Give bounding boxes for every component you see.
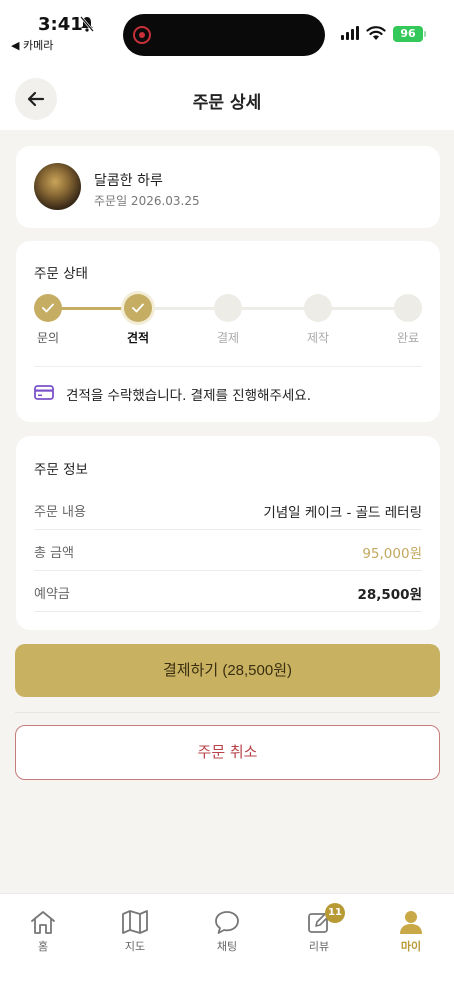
info-row-total: 총 금액 95,000원 bbox=[34, 531, 422, 571]
tab-label: 리뷰 bbox=[308, 940, 330, 953]
pay-button[interactable]: 결제하기 (28,500원) bbox=[15, 644, 440, 697]
wifi-icon bbox=[366, 26, 386, 40]
page-title: 주문 상세 bbox=[192, 93, 262, 113]
app-header: 주문 상세 bbox=[0, 64, 454, 130]
bell-slash-icon bbox=[80, 16, 94, 32]
status-bar: 3:41 ◀ 카메라 96 bbox=[0, 0, 454, 64]
tab-label: 마이 bbox=[400, 940, 422, 953]
tab-review[interactable]: 11 리뷰 bbox=[284, 903, 354, 954]
tab-label: 홈 bbox=[37, 940, 49, 953]
info-value: 기념일 케이크 - 골드 레터링 bbox=[263, 505, 422, 521]
person-icon bbox=[400, 911, 422, 934]
chat-icon bbox=[215, 911, 239, 934]
signal-icon bbox=[341, 26, 359, 40]
step-label: 제작 bbox=[306, 331, 330, 345]
step-label: 견적 bbox=[126, 331, 150, 345]
shop-avatar bbox=[34, 163, 81, 210]
order-status-card: 주문 상태 문의 견적 결제 제작 완료 견적을 수락했습니다. 결제를 진행해주세요. bbox=[16, 241, 440, 422]
order-info-title: 주문 정보 bbox=[34, 462, 88, 478]
order-progress-stepper: 문의 견적 결제 제작 완료 bbox=[16, 241, 440, 361]
info-key: 주문 내용 bbox=[34, 505, 86, 520]
step-dot bbox=[214, 294, 242, 322]
check-icon bbox=[42, 303, 54, 313]
battery-tip bbox=[424, 31, 426, 37]
order-info-card: 주문 정보 주문 내용 기념일 케이크 - 골드 레터링 총 금액 95,000… bbox=[16, 436, 440, 630]
step-label: 완료 bbox=[396, 331, 420, 345]
info-key: 총 금액 bbox=[34, 546, 75, 561]
bottom-tab-bar: 홈 지도 채팅 11 리뷰 마이 bbox=[0, 893, 454, 987]
divider bbox=[15, 712, 440, 713]
tab-label: 채팅 bbox=[216, 940, 238, 953]
order-date: 주문일 2026.03.25 bbox=[94, 194, 200, 208]
step-dot bbox=[34, 294, 62, 322]
step-dot bbox=[304, 294, 332, 322]
tab-home[interactable]: 홈 bbox=[8, 909, 78, 954]
tab-my[interactable]: 마이 bbox=[376, 909, 446, 954]
shop-name: 달콤한 하루 bbox=[94, 173, 163, 189]
back-to-app-link[interactable]: ◀ 카메라 bbox=[11, 37, 53, 53]
info-value-total: 95,000원 bbox=[362, 546, 422, 562]
clock: 3:41 bbox=[38, 14, 83, 35]
info-row-deposit: 예약금 28,500원 bbox=[34, 572, 422, 612]
recording-icon bbox=[133, 26, 151, 44]
check-icon bbox=[132, 303, 144, 313]
dynamic-island bbox=[123, 14, 325, 56]
battery-indicator: 96 bbox=[393, 26, 423, 42]
map-icon bbox=[122, 910, 148, 934]
info-value-deposit: 28,500원 bbox=[357, 587, 422, 603]
tab-label: 지도 bbox=[124, 940, 146, 953]
info-key: 예약금 bbox=[34, 587, 70, 602]
credit-card-icon bbox=[34, 385, 54, 400]
shop-card[interactable]: 달콤한 하루 주문일 2026.03.25 bbox=[16, 146, 440, 228]
step-dot bbox=[124, 294, 152, 322]
home-icon bbox=[31, 911, 55, 934]
step-label: 결제 bbox=[216, 331, 240, 345]
tab-chat[interactable]: 채팅 bbox=[192, 909, 262, 954]
divider bbox=[34, 366, 422, 367]
info-row-content: 주문 내용 기념일 케이크 - 골드 레터링 bbox=[34, 490, 422, 530]
tab-map[interactable]: 지도 bbox=[100, 909, 170, 954]
step-label: 문의 bbox=[36, 331, 60, 345]
review-count-badge: 11 bbox=[325, 903, 345, 923]
cancel-order-button[interactable]: 주문 취소 bbox=[15, 725, 440, 780]
status-notice: 견적을 수락했습니다. 결제를 진행해주세요. bbox=[66, 388, 312, 404]
step-dot bbox=[394, 294, 422, 322]
